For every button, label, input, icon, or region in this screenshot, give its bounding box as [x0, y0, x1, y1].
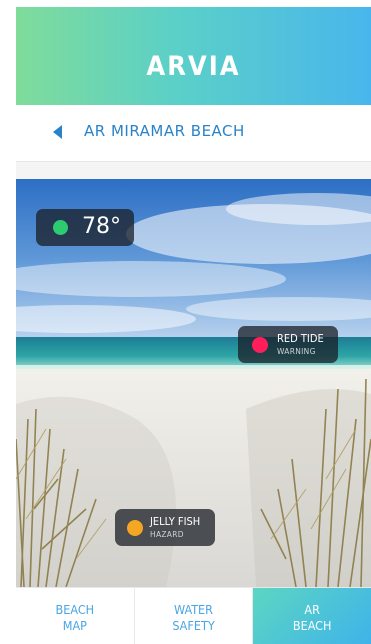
red-tide-status-dot — [252, 337, 268, 353]
app-header: ARVIA — [16, 7, 371, 105]
jelly-fish-title: JELLY FISH — [150, 515, 201, 528]
red-tide-subtitle: WARNING — [277, 347, 316, 356]
temperature-overlay[interactable]: 78° — [36, 209, 134, 246]
tab-ar-beach[interactable]: AR BEACH — [253, 588, 371, 644]
divider — [16, 162, 371, 179]
temperature-status-dot — [53, 220, 68, 235]
tab-label-line1: WATER — [174, 602, 213, 617]
bottom-tab-bar: BEACH MAP WATER SAFETY AR BEACH — [16, 587, 371, 644]
tab-water-safety[interactable]: WATER SAFETY — [135, 588, 254, 644]
app-screen: ARVIA AR MIRAMAR BEACH 78° RED TIDE WARN… — [16, 7, 371, 644]
tab-label-line2: SAFETY — [172, 618, 215, 633]
location-bar: AR MIRAMAR BEACH — [16, 105, 371, 162]
back-arrow-icon[interactable] — [53, 125, 62, 139]
jelly-fish-overlay[interactable]: JELLY FISH HAZARD — [115, 509, 215, 546]
jelly-fish-subtitle: HAZARD — [150, 530, 184, 539]
red-tide-overlay[interactable]: RED TIDE WARNING — [238, 326, 338, 363]
tab-label-line2: MAP — [62, 618, 87, 633]
tab-label-line1: BEACH — [55, 602, 95, 617]
tab-label-line1: AR — [304, 602, 320, 617]
tab-beach-map[interactable]: BEACH MAP — [16, 588, 135, 644]
red-tide-title: RED TIDE — [277, 332, 324, 345]
jelly-fish-status-dot — [127, 520, 143, 536]
temperature-value: 78° — [82, 214, 121, 239]
tab-label-line2: BEACH — [292, 618, 332, 633]
app-title: ARVIA — [146, 51, 241, 82]
location-title: AR MIRAMAR BEACH — [84, 122, 245, 140]
ar-camera-view: 78° RED TIDE WARNING JELLY FISH HAZARD — [16, 179, 371, 587]
